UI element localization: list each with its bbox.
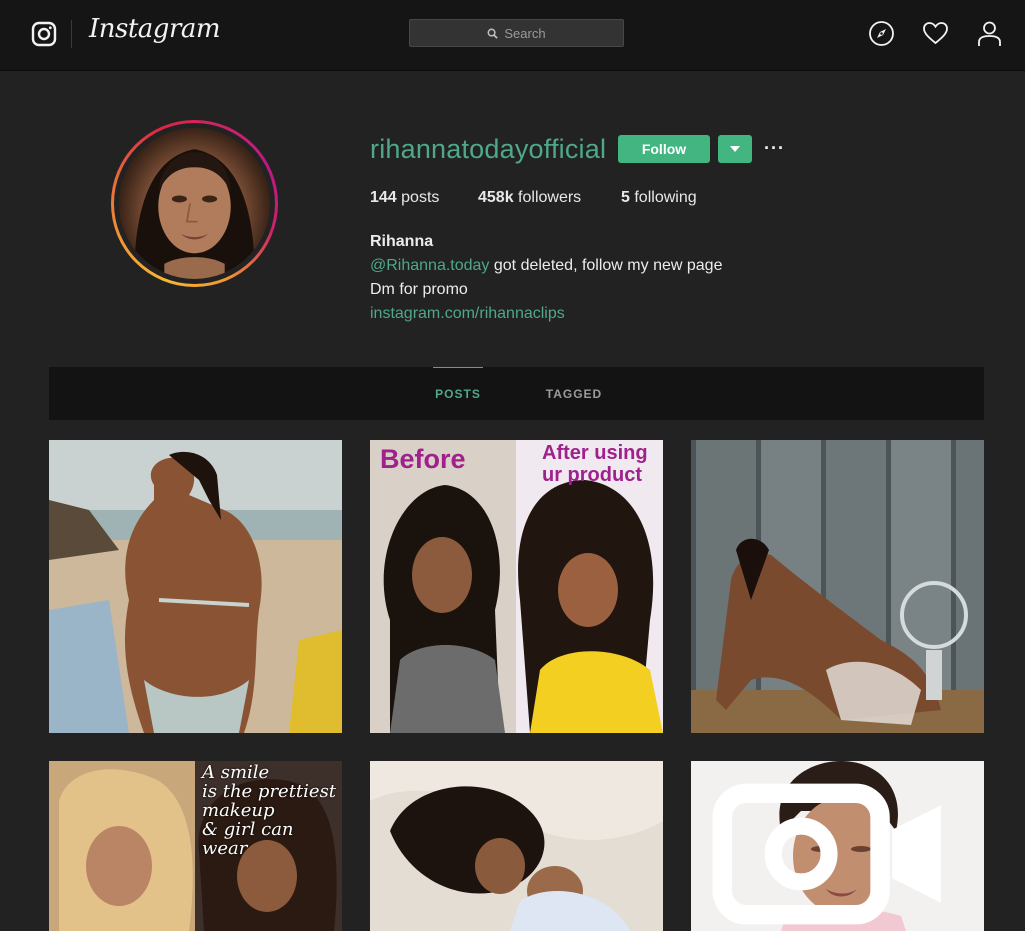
bio-mention-link[interactable]: @Rihanna.today: [370, 257, 489, 274]
caret-down-icon: [730, 145, 740, 152]
post-thumbnail[interactable]: [370, 761, 663, 931]
post-overlay-text-before: Before: [380, 444, 466, 474]
followers-count: 458k: [478, 189, 514, 206]
post-thumbnail[interactable]: [49, 440, 342, 733]
following-count: 5: [621, 189, 630, 206]
instagram-logo-icon[interactable]: [31, 21, 57, 47]
tab-tagged[interactable]: TAGGED: [544, 367, 604, 420]
more-options-icon[interactable]: ···: [764, 139, 790, 159]
posts-count: 144: [370, 189, 397, 206]
bio-line-1: @Rihanna.today got deleted, follow my ne…: [370, 254, 722, 278]
top-navigation-bar: Instagram Search: [0, 0, 1025, 71]
profile-user-icon[interactable]: [976, 20, 1003, 47]
video-indicator-icon: [712, 783, 941, 925]
avatar-ring-gap: [114, 123, 275, 284]
bio-website-link[interactable]: instagram.com/rihannaclips: [370, 302, 722, 326]
followers-label: followers: [518, 189, 582, 206]
profile-username: rihannatodayofficial: [370, 134, 607, 164]
search-placeholder: Search: [504, 25, 546, 41]
post-thumbnail[interactable]: [691, 440, 984, 733]
search-input[interactable]: Search: [409, 19, 624, 47]
following-label: following: [634, 189, 697, 206]
heart-activity-icon[interactable]: [922, 20, 949, 47]
post-image-locker-room: [691, 440, 984, 733]
post-image-mother-baby: [370, 761, 663, 931]
followers-stat[interactable]: 458k followers: [478, 189, 581, 207]
post-thumbnail[interactable]: [691, 761, 984, 931]
post-thumbnail[interactable]: A smile is the prettiest makeup & girl c…: [49, 761, 342, 931]
posts-stat: 144 posts: [370, 189, 439, 207]
post-image-beach: [49, 440, 342, 733]
bio-full-name: Rihanna: [370, 233, 434, 250]
post-overlay-text-after: After using ur product: [542, 442, 648, 486]
search-icon: [487, 28, 499, 39]
following-stat[interactable]: 5 following: [621, 189, 697, 207]
explore-compass-icon[interactable]: [868, 20, 895, 47]
tab-posts[interactable]: POSTS: [433, 367, 483, 420]
avatar-photo: [119, 128, 270, 279]
posts-label: posts: [401, 189, 440, 206]
bio-line-1-text: got deleted, follow my new page: [489, 257, 723, 274]
suggested-accounts-button[interactable]: [718, 135, 752, 163]
instagram-wordmark[interactable]: Instagram: [89, 14, 221, 44]
nav-divider: [71, 20, 72, 48]
post-overlay-text-smile: A smile is the prettiest makeup & girl c…: [202, 762, 337, 859]
profile-tabs: POSTS TAGGED: [49, 367, 984, 420]
profile-bio: Rihanna @Rihanna.today got deleted, foll…: [370, 230, 722, 326]
bio-line-2: Dm for promo: [370, 281, 468, 298]
post-thumbnail[interactable]: Before After using ur product: [370, 440, 663, 733]
follow-button[interactable]: Follow: [618, 135, 710, 163]
avatar-portrait-illustration: [134, 149, 255, 279]
profile-avatar[interactable]: [111, 120, 278, 287]
